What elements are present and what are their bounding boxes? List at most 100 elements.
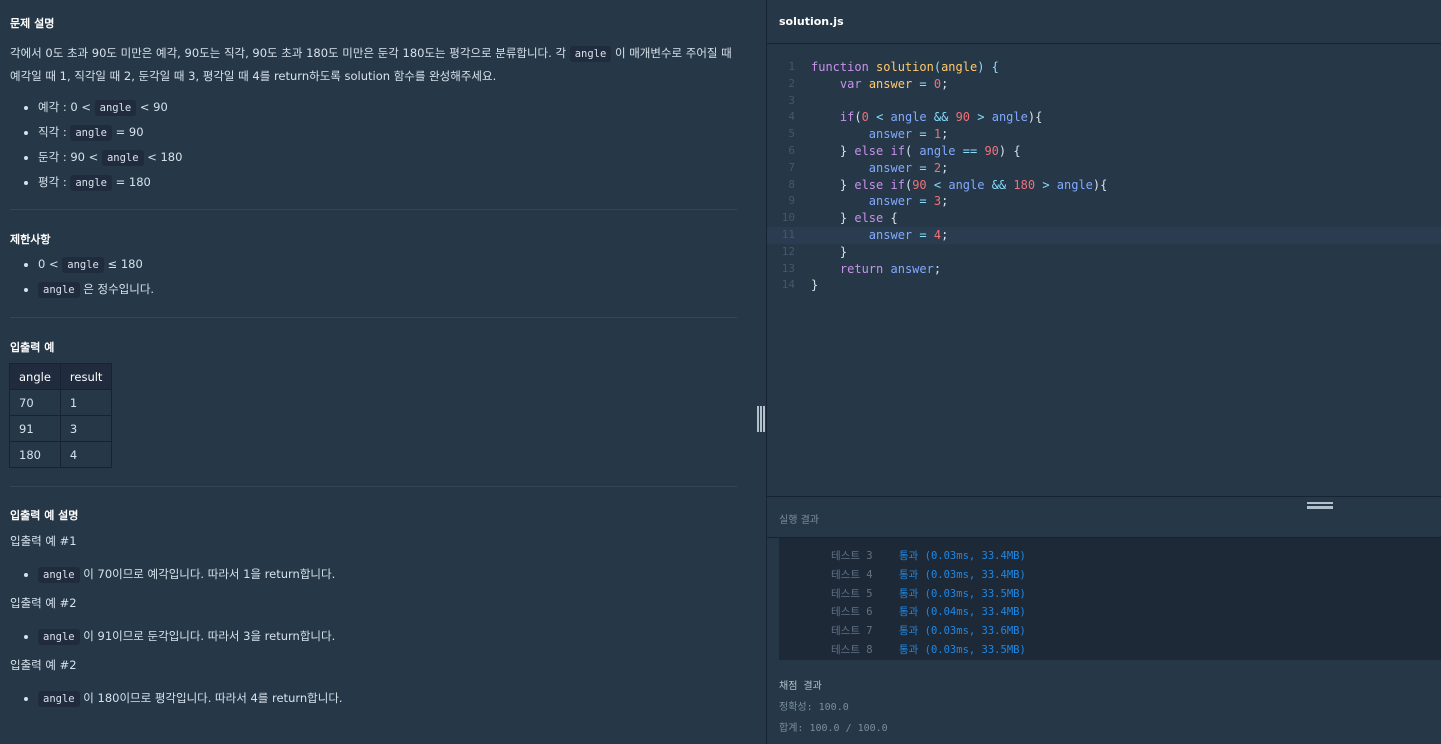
results-title: 실행 결과 [779, 515, 819, 526]
result-row: 테스트 7 통과 (0.03ms, 33.6MB) [779, 622, 1441, 641]
list-item: 예각 : 0 < angle < 90 [10, 95, 182, 120]
line-number: 4 [788, 110, 795, 124]
bullet-code: angle [101, 150, 144, 166]
list-item: 둔각 : 90 < angle < 180 [10, 145, 182, 170]
example-1-title: 입출력 예 #1 [10, 534, 77, 548]
bullet-code: angle [94, 100, 137, 116]
code-line[interactable]: 8 } else if(90 < angle && 180 > angle){ [767, 177, 1441, 194]
results-resize-handle[interactable] [1307, 502, 1333, 509]
code-line[interactable]: 4 if(0 < angle && 90 > angle){ [767, 109, 1441, 126]
constraint-code: angle [38, 282, 80, 298]
result-value: 통과 (0.03ms, 33.4MB) [899, 568, 1026, 581]
line-number: 12 [781, 244, 795, 258]
bullet-label: 둔각 : 90 < [38, 150, 99, 164]
result-label: 테스트 5 [831, 587, 873, 600]
table-header: angle [9, 363, 61, 390]
constraint-code: angle [62, 257, 104, 273]
table-row: 180 4 [9, 441, 113, 468]
total-text: 합계: 100.0 / 100.0 [779, 723, 888, 734]
table-row: 91 3 [9, 415, 113, 442]
results-list[interactable]: 테스트 3 통과 (0.03ms, 33.4MB) 테스트 4 통과 (0.03ms… [779, 538, 1441, 660]
results-header: 실행 결과 [767, 496, 1441, 538]
line-number: 7 [788, 160, 795, 174]
constraints-title: 제한사항 [10, 233, 51, 246]
panel-splitter-handle[interactable] [757, 406, 765, 432]
code-line[interactable]: 6 } else if( angle == 90) { [767, 143, 1441, 160]
result-label: 테스트 3 [831, 550, 873, 562]
table-cell: 180 [9, 441, 61, 468]
line-number: 10 [781, 211, 795, 225]
bullet-after: < 90 [139, 100, 168, 114]
list-item: angle 이 91이므로 둔각입니다. 따라서 3을 return합니다. [10, 624, 335, 649]
table-cell: 1 [59, 389, 113, 416]
result-row-partial [779, 538, 1441, 547]
table-cell: 91 [9, 415, 61, 442]
accuracy-text: 정확성: 100.0 [779, 702, 849, 713]
code-line[interactable]: 7 answer = 2; [767, 160, 1441, 177]
io-explain-title: 입출력 예 설명 [10, 509, 79, 522]
score-summary: 채점 결과 정확성: 100.0 합계: 100.0 / 100.0 [779, 676, 888, 739]
code-line[interactable]: 2 var answer = 0; [767, 76, 1441, 93]
constraint-post: 은 정수입니다. [83, 282, 155, 296]
code-line[interactable]: 1 function solution(angle) { [767, 59, 1441, 76]
result-value: 통과 (0.03ms, 33.5MB) [899, 643, 1026, 656]
result-value: 통과 (0.03ms, 33.4MB) [899, 550, 1026, 562]
bullet-label: 예각 : 0 < [38, 100, 91, 114]
line-number: 9 [788, 194, 795, 208]
result-label: 테스트 8 [831, 643, 873, 656]
editor-panel: solution.js 1 function solution(angle) { … [767, 0, 1441, 744]
line-number: 1 [788, 60, 795, 73]
line-number: 13 [781, 261, 795, 275]
desc-text-3: 예각일 때 1, 직각일 때 2, 둔각일 때 3, 평각일 때 4를 retu… [10, 69, 497, 83]
code-line[interactable]: 14} [767, 277, 1441, 294]
problem-description: 각에서 0도 초과 90도 미만은 예각, 90도는 직각, 90도 초과 18… [10, 42, 740, 87]
bullet-code: angle [70, 175, 112, 191]
io-example-table: angle result 70 1 91 3 180 4 [9, 363, 113, 468]
result-row: 테스트 3 통과 (0.03ms, 33.4MB) [779, 547, 1441, 566]
table-cell: 70 [9, 389, 61, 416]
example-code: angle [38, 691, 80, 707]
code-line[interactable]: 10 } else { [767, 210, 1441, 227]
example-3-list: angle 이 180이므로 평각입니다. 따라서 4를 return합니다. [10, 686, 343, 711]
divider [10, 486, 737, 487]
code-line[interactable]: 9 answer = 3; [767, 193, 1441, 210]
code-line[interactable]: 13 return answer; [767, 261, 1441, 278]
line-number: 11 [781, 227, 795, 241]
example-text: 이 91이므로 둔각입니다. 따라서 3을 return합니다. [83, 629, 336, 643]
example-code: angle [38, 629, 80, 645]
editor-tab[interactable]: solution.js [767, 0, 1441, 44]
code-line[interactable]: 5 answer = 1; [767, 126, 1441, 143]
constraint-pre: 0 < [38, 257, 59, 271]
code-editor[interactable]: 1 function solution(angle) { 2 var answer… [767, 44, 1441, 496]
list-item: angle 이 70이므로 예각입니다. 따라서 1을 return합니다. [10, 562, 335, 587]
result-value: 통과 (0.03ms, 33.5MB) [899, 587, 1026, 600]
result-row: 테스트 4 통과 (0.03ms, 33.4MB) [779, 566, 1441, 585]
bullet-label: 평각 : [38, 175, 67, 189]
line-number: 3 [788, 93, 795, 107]
code-line[interactable]: 12 } [767, 244, 1441, 261]
list-item: angle 은 정수입니다. [10, 277, 154, 302]
line-number: 2 [788, 76, 795, 90]
result-row: 테스트 6 통과 (0.04ms, 33.4MB) [779, 603, 1441, 622]
score-title: 채점 결과 [779, 681, 822, 692]
result-label: 테스트 6 [831, 606, 873, 619]
divider [10, 209, 737, 210]
example-3-title: 입출력 예 #2 [10, 658, 77, 672]
divider [10, 317, 737, 318]
result-value: 통과 (0.04ms, 33.4MB) [899, 606, 1026, 619]
example-1-list: angle 이 70이므로 예각입니다. 따라서 1을 return합니다. [10, 562, 335, 587]
line-number: 5 [788, 127, 795, 141]
filename: solution.js [779, 15, 844, 28]
table-cell: 4 [59, 441, 113, 468]
line-number: 14 [781, 278, 795, 292]
list-item: 0 < angle ≤ 180 [10, 252, 154, 277]
result-row: 테스트 5 통과 (0.03ms, 33.5MB) [779, 585, 1441, 604]
result-value: 통과 (0.03ms, 33.6MB) [899, 625, 1026, 638]
example-text: 이 180이므로 평각입니다. 따라서 4를 return합니다. [83, 691, 343, 705]
example-text: 이 70이므로 예각입니다. 따라서 1을 return합니다. [83, 567, 336, 581]
list-item: 직각 : angle = 90 [10, 120, 182, 145]
angle-type-list: 예각 : 0 < angle < 90 직각 : angle = 90 둔각 :… [10, 95, 182, 195]
list-item: angle 이 180이므로 평각입니다. 따라서 4를 return합니다. [10, 686, 343, 711]
code-line-active[interactable]: 11 answer = 4; [767, 226, 1441, 244]
code-line[interactable]: 3 [767, 93, 1441, 110]
